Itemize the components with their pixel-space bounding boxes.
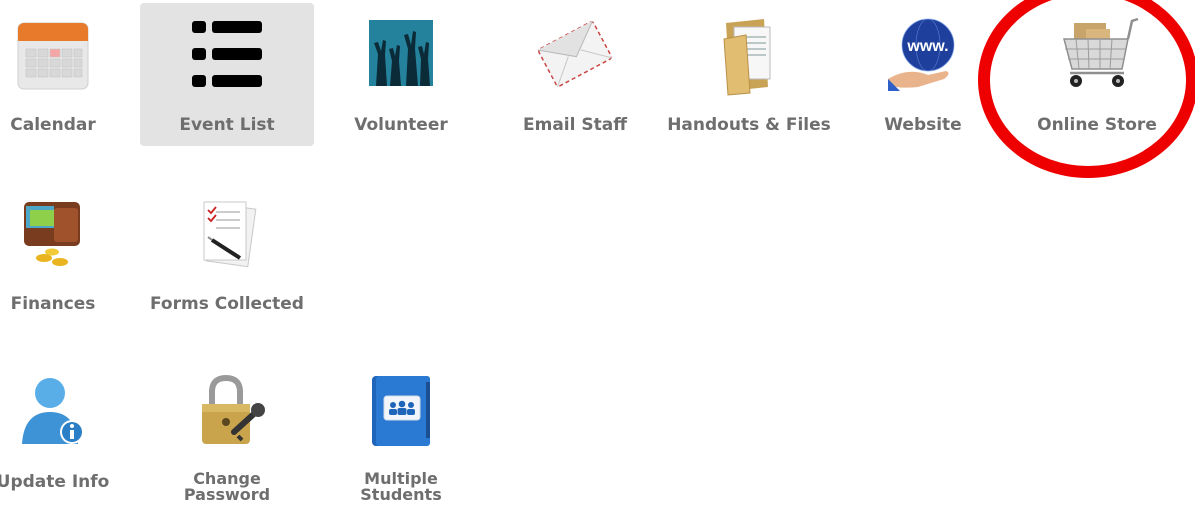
wallet-icon xyxy=(8,188,98,278)
tile-label: Event List xyxy=(179,115,275,135)
tile-website[interactable]: www. Website xyxy=(836,3,1010,146)
tile-label: Calendar xyxy=(10,115,96,135)
calendar-icon xyxy=(8,9,98,99)
dashboard-grid: Calendar Event List Volunteer Email Staf… xyxy=(0,0,1195,511)
tile-online-store[interactable]: Online Store xyxy=(1010,3,1184,146)
tile-label: Forms Collected xyxy=(150,294,304,314)
tile-event-list[interactable]: Event List xyxy=(140,3,314,146)
tile-label: Email Staff xyxy=(523,115,627,135)
tile-volunteer[interactable]: Volunteer xyxy=(314,3,488,146)
tile-label: Finances xyxy=(10,294,96,314)
tile-label: Handouts & Files xyxy=(667,115,831,135)
shopping-cart-icon xyxy=(1052,9,1142,99)
svg-text:www.: www. xyxy=(906,38,948,55)
globe-www-icon: www. xyxy=(878,9,968,99)
tile-label: Online Store xyxy=(1037,115,1157,135)
tile-label: Change Password xyxy=(183,469,271,504)
user-info-icon xyxy=(8,366,98,456)
envelope-icon xyxy=(530,9,620,99)
tile-forms-collected[interactable]: Forms Collected xyxy=(140,182,314,325)
tile-calendar[interactable]: Calendar xyxy=(0,3,140,146)
raised-hands-icon xyxy=(356,9,446,99)
tile-label: Multiple Students xyxy=(360,469,442,504)
tile-finances[interactable]: Finances xyxy=(0,182,140,325)
tile-email-staff[interactable]: Email Staff xyxy=(488,3,662,146)
tile-label: Website xyxy=(884,115,962,135)
tile-label: Volunteer xyxy=(354,115,448,135)
list-icon xyxy=(182,9,272,99)
students-book-icon xyxy=(356,366,446,456)
tile-handouts-files[interactable]: Handouts & Files xyxy=(662,3,836,146)
folder-icon xyxy=(704,9,794,99)
tile-update-info[interactable]: Update Info xyxy=(0,360,140,503)
forms-icon xyxy=(182,188,272,278)
tile-change-password[interactable]: Change Password xyxy=(140,360,314,503)
padlock-key-icon xyxy=(182,366,272,456)
tile-label: Update Info xyxy=(0,472,110,492)
tile-multiple-students[interactable]: Multiple Students xyxy=(314,360,488,503)
